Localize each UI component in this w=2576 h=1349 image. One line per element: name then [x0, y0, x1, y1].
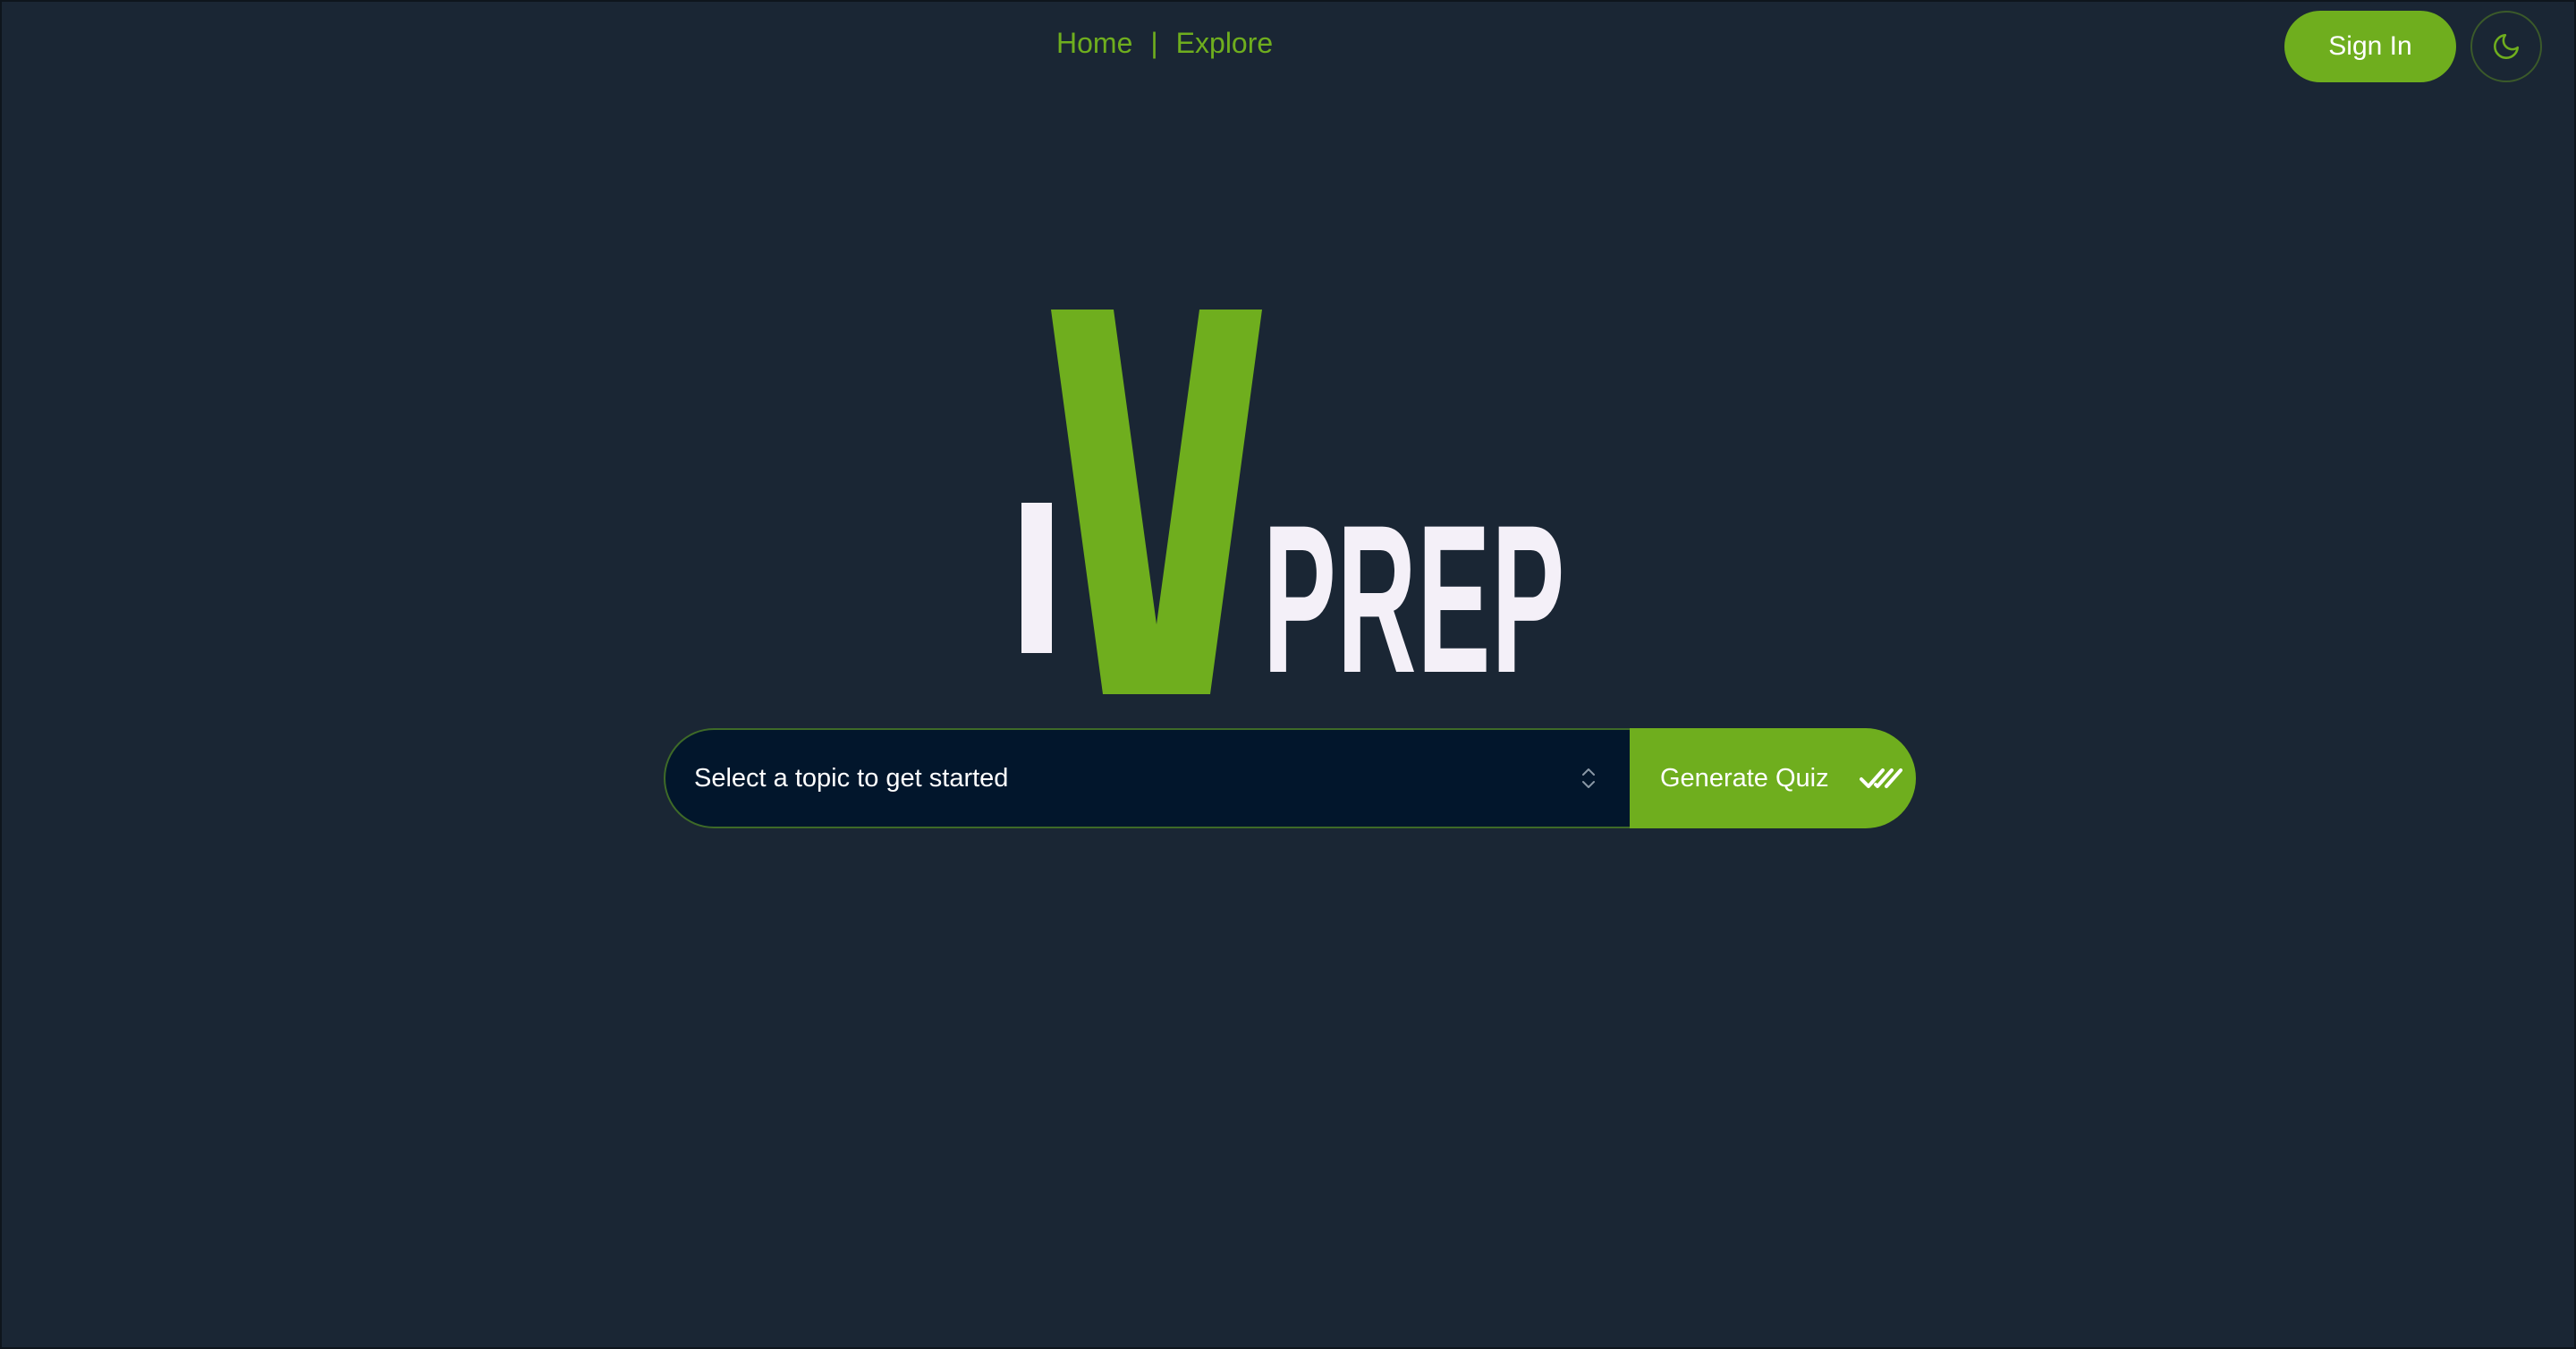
logo-letter-i [1021, 503, 1052, 653]
iv-prep-logo: PREP [1013, 306, 1567, 705]
generate-quiz-button[interactable]: Generate Quiz [1630, 728, 1916, 828]
chevron-up-down-icon [1582, 768, 1595, 788]
top-nav: Home | Explore [1056, 27, 1273, 60]
quiz-search-bar: Select a topic to get started Generate Q… [664, 728, 1916, 828]
theme-toggle-button[interactable] [2470, 11, 2542, 82]
sign-in-button[interactable]: Sign In [2284, 11, 2456, 82]
nav-explore-link[interactable]: Explore [1176, 27, 1274, 60]
nav-home-link[interactable]: Home [1056, 27, 1132, 60]
nav-separator: | [1150, 27, 1158, 59]
logo-letter-v [1051, 310, 1262, 694]
double-check-icon [1859, 765, 1902, 792]
moon-icon [2494, 33, 2520, 59]
app-window: Home | Explore Sign In PREP Select a top… [0, 0, 2576, 1349]
generate-quiz-label: Generate Quiz [1660, 763, 1829, 793]
logo-word-prep: PREP [1263, 481, 1566, 717]
topic-select-placeholder: Select a topic to get started [694, 763, 1009, 793]
topic-select[interactable]: Select a topic to get started [664, 728, 1630, 828]
